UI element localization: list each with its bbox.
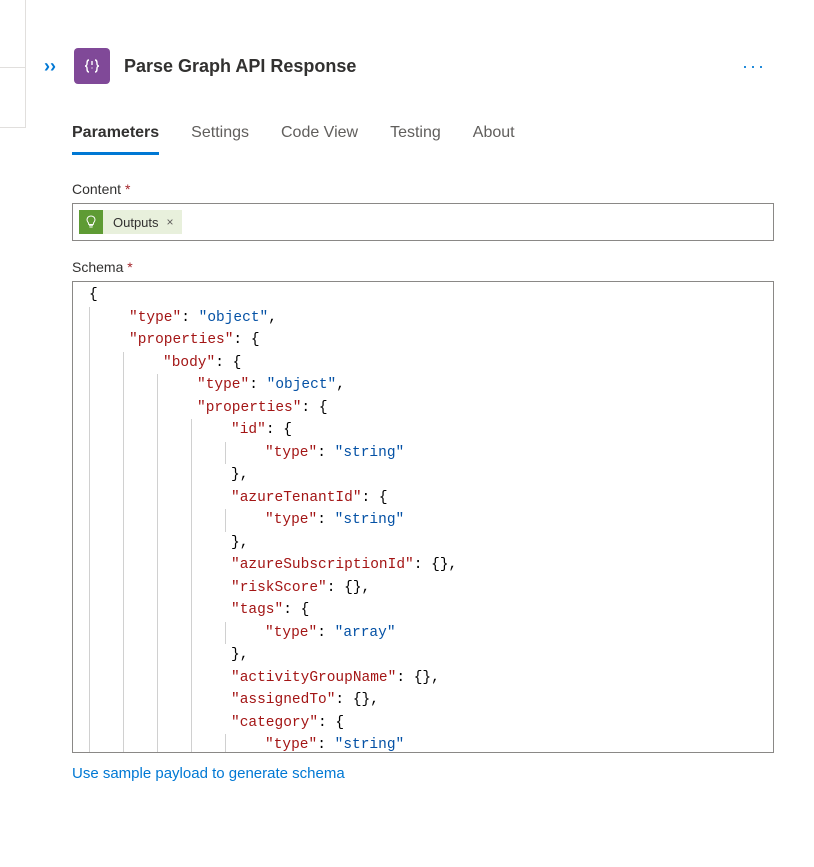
parse-json-icon [74, 48, 110, 84]
tab-testing[interactable]: Testing [390, 124, 441, 155]
tab-about[interactable]: About [473, 124, 515, 155]
content-token[interactable]: Outputs × [79, 210, 182, 234]
tab-code-view[interactable]: Code View [281, 124, 358, 155]
generate-schema-link[interactable]: Use sample payload to generate schema [72, 765, 345, 782]
lightbulb-icon [79, 210, 103, 234]
more-button[interactable]: ··· [734, 52, 774, 81]
required-marker: * [125, 181, 130, 197]
tab-parameters[interactable]: Parameters [72, 124, 159, 155]
action-header: ›› Parse Graph API Response ··· [26, 18, 814, 84]
tab-settings[interactable]: Settings [191, 124, 249, 155]
token-label: Outputs [113, 215, 159, 230]
required-marker: * [127, 259, 132, 275]
content-input[interactable]: Outputs × [72, 203, 774, 241]
content-label: Content * [72, 181, 774, 197]
left-rail [0, 0, 26, 867]
schema-label: Schema * [72, 259, 774, 275]
token-remove-icon[interactable]: × [167, 215, 174, 229]
collapse-button[interactable]: ›› [40, 53, 60, 79]
tab-bar: Parameters Settings Code View Testing About [26, 84, 814, 155]
schema-editor[interactable]: {"type": "object","properties": {"body":… [72, 281, 774, 753]
action-title: Parse Graph API Response [124, 56, 356, 77]
